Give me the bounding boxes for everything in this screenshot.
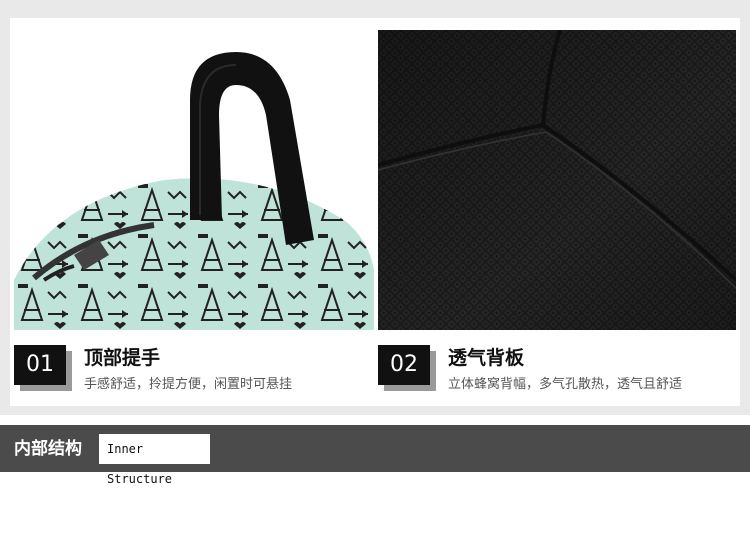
feature-back-panel: 02 透气背板 立体蜂窝背幅，多气孔散热，透气且舒适 <box>378 343 736 393</box>
section-header-bar: 内部结构 Inner Structure <box>0 425 750 486</box>
feature-title: 顶部提手 <box>84 347 161 369</box>
feature-number-badge: 01 <box>14 345 66 385</box>
top-handle-photo <box>14 30 374 330</box>
feature-panel: 01 顶部提手 手感舒适，拎提方便，闲置时可悬挂 02 透气背板 立体蜂窝背幅，… <box>10 18 740 406</box>
feature-title: 透气背板 <box>448 347 525 369</box>
section-title-en: Inner Structure <box>107 442 173 486</box>
feature-number-badge: 02 <box>378 345 430 385</box>
section-title-en-box: Inner Structure <box>99 434 210 486</box>
mesh-illustration <box>378 30 736 330</box>
handle-illustration <box>14 52 374 330</box>
feature-description: 立体蜂窝背幅，多气孔散热，透气且舒适 <box>448 377 683 392</box>
feature-description: 手感舒适，拎提方便，闲置时可悬挂 <box>84 377 293 392</box>
section-title-cn: 内部结构 <box>14 439 82 459</box>
back-panel-mesh-photo <box>378 30 736 330</box>
feature-top-handle: 01 顶部提手 手感舒适，拎提方便，闲置时可悬挂 <box>14 343 374 393</box>
